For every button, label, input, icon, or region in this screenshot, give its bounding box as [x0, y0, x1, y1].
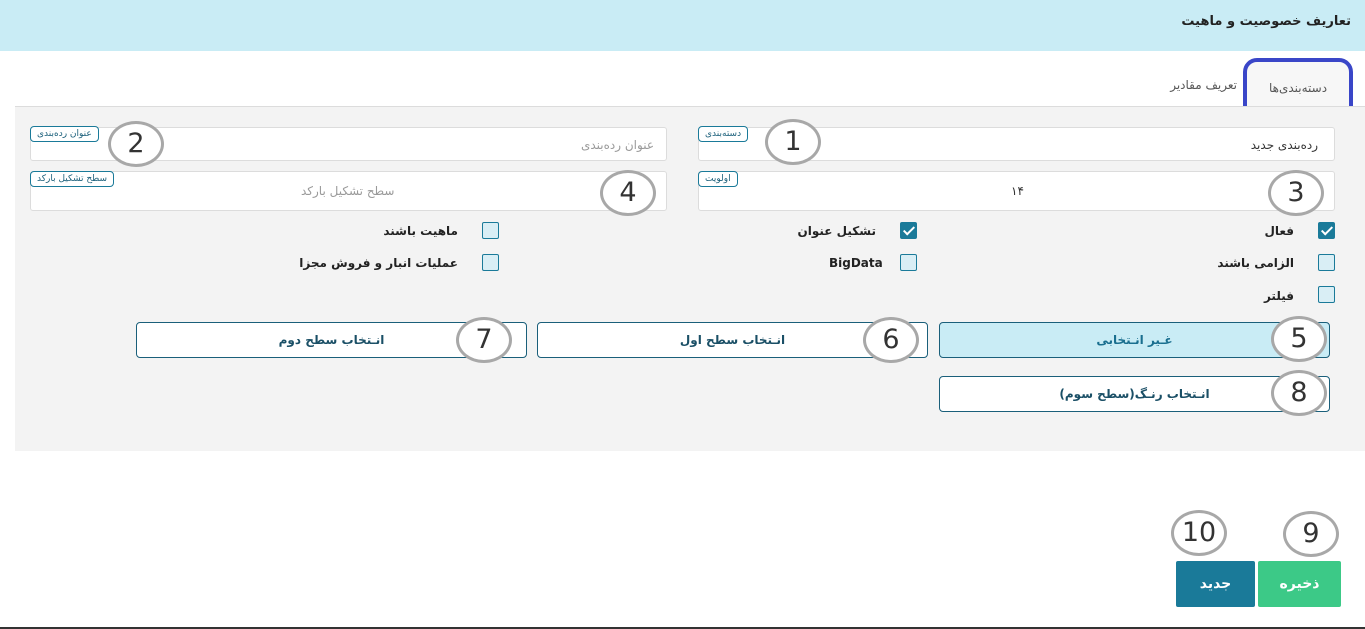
active-checkbox[interactable]	[1318, 222, 1335, 239]
marker-8: 8	[1271, 370, 1327, 416]
classification-title-placeholder: عنوان رده‌بندی	[580, 138, 654, 152]
tab-categories-label: دسته‌بندی‌ها	[1268, 81, 1328, 95]
marker-10: 10	[1171, 510, 1227, 556]
mandatory-checkbox[interactable]	[1318, 254, 1335, 271]
save-button[interactable]: ذخیره	[1258, 561, 1341, 607]
bigdata-checkbox[interactable]	[900, 254, 917, 271]
marker-5: 5	[1271, 316, 1327, 362]
barcode-level-badge: سطح تشکیل بارکد	[30, 171, 115, 187]
marker-3: 3	[1268, 170, 1324, 216]
bigdata-label: BigData	[829, 256, 883, 270]
filter-checkbox[interactable]	[1318, 286, 1335, 303]
category-value: رده‌بندی جدید	[1250, 138, 1318, 152]
priority-value: ۱۴	[1011, 184, 1024, 198]
title-formation-label: تشکیل عنوان	[797, 224, 876, 238]
classification-title-badge: عنوان رده‌بندی	[30, 126, 99, 142]
page-header: تعاریف خصوصیت و ماهیت	[0, 0, 1365, 51]
marker-6: 6	[863, 317, 919, 363]
mandatory-label: الزامی باشند	[1217, 256, 1294, 270]
priority-badge: اولویت	[698, 171, 738, 187]
marker-2: 2	[108, 121, 164, 167]
title-formation-checkbox[interactable]	[900, 222, 917, 239]
is-nature-checkbox[interactable]	[482, 222, 499, 239]
page-title: تعاریف خصوصیت و ماهیت	[1181, 14, 1351, 29]
barcode-level-placeholder: سطح تشکیل بارکد	[301, 184, 395, 198]
marker-9: 9	[1283, 511, 1339, 557]
filter-label: فیلتر	[1263, 289, 1294, 303]
marker-7: 7	[456, 317, 512, 363]
priority-input[interactable]: ۱۴	[698, 171, 1335, 211]
marker-4: 4	[600, 170, 656, 216]
active-label: فعال	[1264, 224, 1294, 238]
tab-value-definition[interactable]: تعریف مقادیر	[1170, 78, 1237, 92]
marker-1: 1	[765, 119, 821, 165]
barcode-level-input[interactable]: سطح تشکیل بارکد	[30, 171, 667, 211]
is-nature-label: ماهیت باشند	[383, 224, 458, 238]
category-badge: دسته‌بندی	[698, 126, 749, 142]
separate-ops-checkbox[interactable]	[482, 254, 499, 271]
new-button[interactable]: جدید	[1176, 561, 1255, 607]
separate-ops-label: عملیات انبار و فروش مجزا	[299, 256, 458, 270]
